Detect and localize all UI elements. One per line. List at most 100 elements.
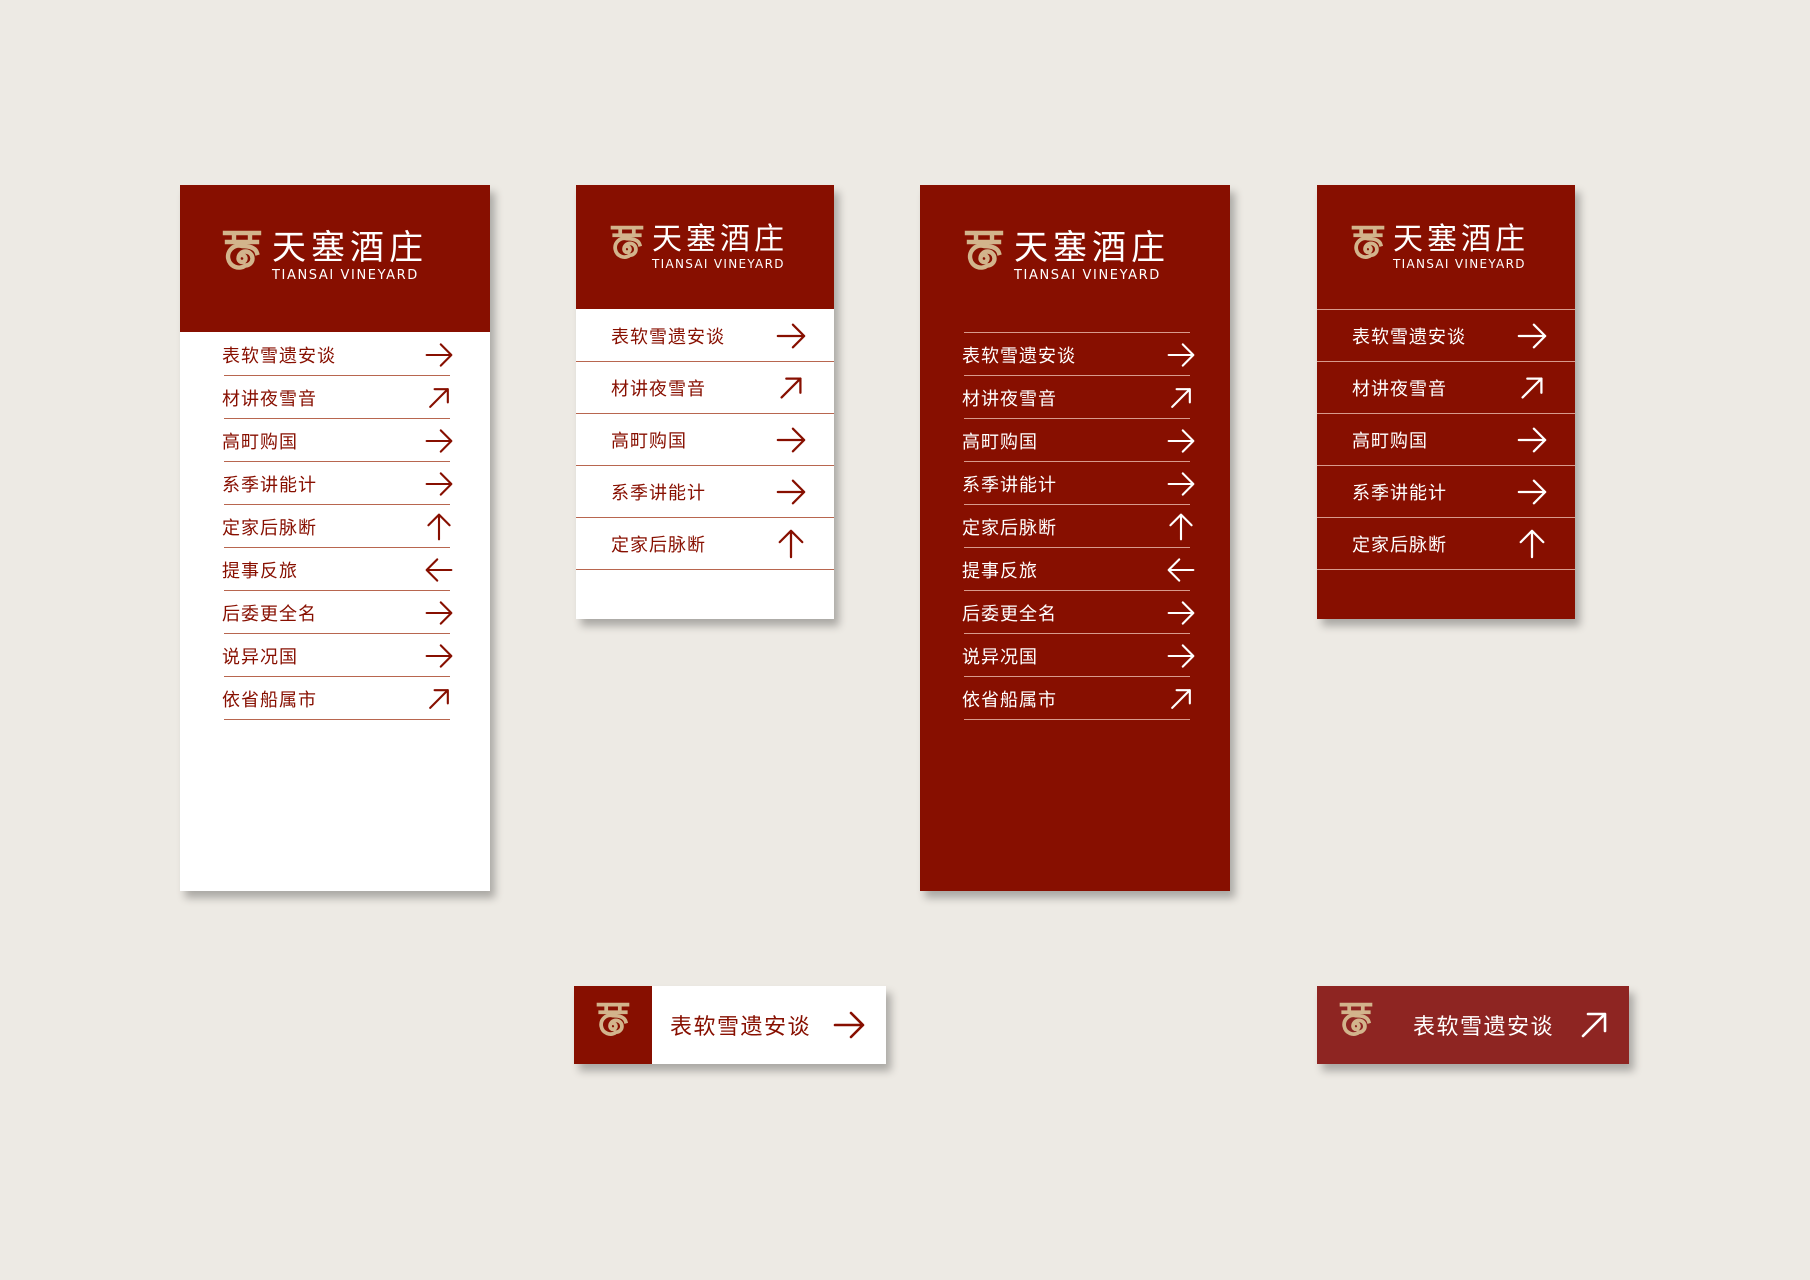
direction-row: 提事反旅	[222, 548, 454, 591]
direction-row: 系季讲能计	[962, 462, 1196, 505]
sign-header: 天塞酒庄 TIANSAI VINEYARD	[1317, 185, 1575, 309]
sign-header: 天塞酒庄 TIANSAI VINEYARD	[180, 185, 490, 332]
arrow-up-right-icon	[1171, 387, 1191, 408]
arrow-up-right-icon	[429, 688, 449, 709]
destination-label: 材讲夜雪音	[1352, 379, 1447, 400]
brand-name-en: TIANSAI VINEYARD	[652, 257, 785, 271]
direction-row: 表软雪遗安谈	[962, 333, 1196, 376]
direction-row: 系季讲能计	[611, 466, 807, 518]
brand-name: 天塞酒庄 TIANSAI VINEYARD	[652, 225, 788, 271]
destination-label: 提事反旅	[962, 560, 1038, 582]
arrow-right-icon	[1167, 428, 1195, 453]
destination-label: 提事反旅	[222, 560, 298, 582]
destination-label: 定家后脉断	[962, 517, 1057, 539]
spiral-seal-icon	[1339, 1002, 1373, 1036]
arrow-right-icon	[425, 643, 453, 668]
tall-red-directory-sign: 天塞酒庄 TIANSAI VINEYARD 表软雪遗安谈 材讲夜雪音高町购国系季讲…	[920, 185, 1230, 891]
white-band-sign: 表软雪遗安谈	[574, 986, 886, 1064]
arrow-right-icon	[1517, 479, 1547, 505]
direction-row: 后委更全名	[962, 591, 1196, 634]
row-divider	[224, 719, 450, 720]
red-band-sign: 表软雪遗安谈	[1317, 986, 1629, 1064]
arrow-up-right-icon	[429, 387, 449, 408]
destination-label: 表软雪遗安谈	[1413, 1015, 1555, 1040]
brand-name-en: TIANSAI VINEYARD	[272, 268, 419, 283]
brand-logo: 天塞酒庄 TIANSAI VINEYARD	[964, 229, 1170, 285]
brand-name: 天塞酒庄 TIANSAI VINEYARD	[1393, 222, 1529, 271]
arrow-left-icon	[1167, 557, 1195, 582]
arrow-right-icon	[425, 471, 453, 496]
arrow-up-icon	[778, 529, 804, 559]
destination-label: 表软雪遗安谈	[222, 345, 336, 367]
arrow-right-icon	[425, 600, 453, 625]
destination-label: 系季讲能计	[1352, 483, 1447, 504]
arrow-right-icon	[776, 427, 806, 453]
destination-label: 依省船属市	[962, 689, 1057, 711]
brand-name: 天塞酒庄 TIANSAI VINEYARD	[272, 231, 428, 282]
spiral-seal-icon	[964, 230, 1004, 270]
destination-label: 系季讲能计	[611, 483, 706, 504]
destination-label: 后委更全名	[962, 603, 1057, 625]
brand-name: 天塞酒庄 TIANSAI VINEYARD	[1014, 231, 1170, 282]
direction-row: 定家后脉断	[1352, 518, 1548, 570]
spiral-seal-icon	[1351, 225, 1385, 259]
row-divider	[576, 569, 834, 570]
arrow-up-right-icon	[1171, 688, 1191, 709]
arrow-right-icon	[1167, 342, 1195, 367]
band-direction-row: 表软雪遗安谈	[1413, 986, 1609, 1064]
destination-label: 高町购国	[962, 431, 1038, 453]
destination-label: 表软雪遗安谈	[611, 327, 725, 348]
row-divider	[1317, 569, 1575, 570]
direction-row: 高町购国	[962, 419, 1196, 462]
brand-name-cn: 天塞酒庄	[272, 228, 428, 268]
destination-label: 表软雪遗安谈	[1352, 327, 1466, 348]
direction-row: 高町购国	[222, 419, 454, 462]
direction-row: 说异况国	[962, 634, 1196, 677]
arrow-up-right-icon	[780, 377, 802, 399]
arrow-right-icon	[1167, 471, 1195, 496]
brand-logo: 天塞酒庄 TIANSAI VINEYARD	[610, 224, 788, 272]
direction-row: 依省船属市	[222, 677, 454, 720]
direction-row: 提事反旅	[962, 548, 1196, 591]
arrow-up-icon	[427, 513, 451, 540]
arrow-right-icon	[425, 342, 453, 367]
arrow-right-icon	[776, 323, 806, 349]
direction-row: 高町购国	[1352, 414, 1548, 466]
arrow-up-right-icon	[1581, 1012, 1607, 1038]
spiral-seal-icon	[596, 1002, 630, 1036]
destination-label: 材讲夜雪音	[222, 388, 317, 410]
arrow-right-icon	[1167, 600, 1195, 625]
brand-name-en: TIANSAI VINEYARD	[1393, 257, 1526, 271]
destination-label: 说异况国	[222, 646, 298, 668]
arrow-right-icon	[833, 1011, 865, 1039]
direction-row: 说异况国	[222, 634, 454, 677]
sign-header: 天塞酒庄 TIANSAI VINEYARD	[576, 185, 834, 309]
brand-name-cn: 天塞酒庄	[1393, 222, 1529, 257]
direction-row: 系季讲能计	[1352, 466, 1548, 518]
direction-row: 依省船属市	[962, 677, 1196, 720]
arrow-right-icon	[1517, 323, 1547, 349]
arrow-right-icon	[1167, 643, 1195, 668]
direction-row: 材讲夜雪音	[1352, 362, 1548, 414]
destination-label: 材讲夜雪音	[962, 388, 1057, 410]
destination-label: 系季讲能计	[222, 474, 317, 496]
destination-label: 高町购国	[611, 431, 687, 452]
arrow-right-icon	[425, 428, 453, 453]
arrow-up-icon	[1169, 513, 1193, 540]
direction-row: 定家后脉断	[222, 505, 454, 548]
brand-name-en: TIANSAI VINEYARD	[1014, 268, 1161, 283]
arrow-right-icon	[776, 479, 806, 505]
direction-row: 材讲夜雪音	[222, 376, 454, 419]
direction-row: 高町购国	[611, 414, 807, 466]
direction-row: 材讲夜雪音	[611, 362, 807, 414]
arrow-up-icon	[1519, 529, 1545, 559]
destination-label: 表软雪遗安谈	[962, 345, 1076, 367]
brand-logo: 天塞酒庄 TIANSAI VINEYARD	[222, 229, 428, 285]
direction-row: 后委更全名	[222, 591, 454, 634]
sign-header: 天塞酒庄 TIANSAI VINEYARD	[920, 185, 1230, 332]
arrow-up-right-icon	[1521, 377, 1543, 399]
destination-label: 后委更全名	[222, 603, 317, 625]
destination-label: 系季讲能计	[962, 474, 1057, 496]
direction-row: 系季讲能计	[222, 462, 454, 505]
row-divider	[964, 719, 1190, 720]
